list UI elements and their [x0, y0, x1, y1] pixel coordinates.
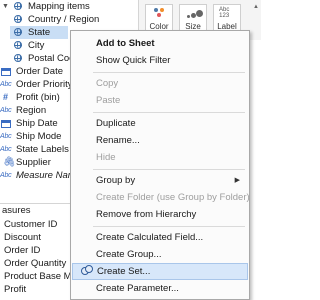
- measure-customer-id[interactable]: Customer ID: [4, 218, 57, 231]
- globe-icon: [14, 38, 22, 51]
- abc-icon: Abc: [0, 133, 12, 140]
- menu-rename[interactable]: Rename...: [72, 132, 248, 149]
- field-label: Country / Region: [28, 14, 100, 25]
- collapse-caret-icon[interactable]: ▼: [2, 0, 9, 13]
- set-icon: [81, 265, 93, 276]
- field-label: Measure Nam: [16, 170, 76, 181]
- menu-create-calculated-field[interactable]: Create Calculated Field...: [72, 229, 248, 246]
- scroll-up-icon[interactable]: ▲: [252, 4, 260, 12]
- label-icon: Abc 123: [219, 7, 230, 19]
- field-label: Ship Mode: [16, 131, 62, 142]
- menu-copy: Copy: [72, 75, 248, 92]
- menu-item-label: Create Folder (use Group by Folder): [96, 192, 250, 203]
- size-icon: [187, 8, 203, 20]
- menu-show-quick-filter[interactable]: Show Quick Filter: [72, 52, 248, 69]
- abc-icon: Abc: [0, 146, 12, 153]
- menu-create-folder: Create Folder (use Group by Folder): [72, 189, 250, 206]
- calendar-icon: [1, 117, 11, 130]
- menu-item-label: Group by: [96, 175, 136, 186]
- field-label: Postal Coo: [28, 53, 75, 64]
- field-label: City: [28, 40, 45, 51]
- globe-icon: [14, 0, 22, 12]
- menu-create-set[interactable]: Create Set...: [72, 263, 248, 280]
- menu-item-label: Create Group...: [96, 249, 162, 260]
- menu-item-label: Rename...: [96, 135, 140, 146]
- abc-icon: Abc: [0, 81, 12, 88]
- menu-paste: Paste: [72, 92, 248, 109]
- menu-hide: Hide: [72, 149, 248, 166]
- abc-icon: Abc: [0, 172, 12, 179]
- globe-icon: [14, 12, 22, 25]
- menu-item-label: Duplicate: [96, 118, 136, 129]
- context-menu: Add to Sheet Show Quick Filter Copy Past…: [70, 30, 250, 300]
- calendar-icon: [1, 65, 11, 78]
- menu-remove-from-hierarchy[interactable]: Remove from Hierarchy: [72, 206, 248, 223]
- menu-duplicate[interactable]: Duplicate: [72, 115, 248, 132]
- menu-item-label: Add to Sheet: [96, 38, 155, 49]
- menu-item-label: Copy: [96, 78, 119, 89]
- hash-icon: #: [3, 92, 9, 102]
- mapping-items-label: Mapping items: [28, 1, 90, 12]
- menu-separator: [93, 72, 245, 73]
- menu-item-label: Remove from Hierarchy: [96, 209, 197, 220]
- globe-icon: [14, 51, 22, 64]
- field-label: Supplier: [16, 157, 51, 168]
- menu-separator: [93, 226, 245, 227]
- field-label: Order Priority: [16, 79, 73, 90]
- menu-create-parameter[interactable]: Create Parameter...: [72, 280, 248, 297]
- color-icon: [154, 8, 166, 18]
- field-label: Order Date: [16, 66, 63, 77]
- measure-product-base-margin[interactable]: Product Base Ma: [4, 270, 77, 283]
- globe-icon: [14, 25, 22, 38]
- field-label: State: [28, 27, 51, 38]
- menu-separator: [93, 112, 245, 113]
- paperclip-icon: 🖇: [3, 157, 16, 168]
- field-label: Region: [16, 105, 47, 116]
- abc-icon: Abc: [0, 107, 12, 114]
- menu-item-label: Paste: [96, 95, 121, 106]
- menu-item-label: Create Parameter...: [96, 283, 179, 294]
- menu-group-by[interactable]: Group by ▶: [72, 172, 248, 189]
- field-label: State Labels: [16, 144, 69, 155]
- measure-order-quantity[interactable]: Order Quantity: [4, 257, 66, 270]
- menu-item-label: Create Calculated Field...: [96, 232, 204, 243]
- field-label: Ship Date: [16, 118, 58, 129]
- measure-discount[interactable]: Discount: [4, 231, 41, 244]
- measure-profit[interactable]: Profit: [4, 283, 26, 296]
- menu-create-group[interactable]: Create Group...: [72, 246, 248, 263]
- menu-item-label: Show Quick Filter: [96, 55, 171, 66]
- measure-order-id[interactable]: Order ID: [4, 244, 40, 257]
- menu-add-to-sheet[interactable]: Add to Sheet: [72, 35, 248, 52]
- submenu-arrow-icon: ▶: [234, 177, 240, 184]
- field-label: Profit (bin): [16, 92, 60, 103]
- menu-item-label: Create Set...: [97, 266, 151, 277]
- menu-item-label: Hide: [96, 152, 116, 163]
- menu-separator: [93, 169, 245, 170]
